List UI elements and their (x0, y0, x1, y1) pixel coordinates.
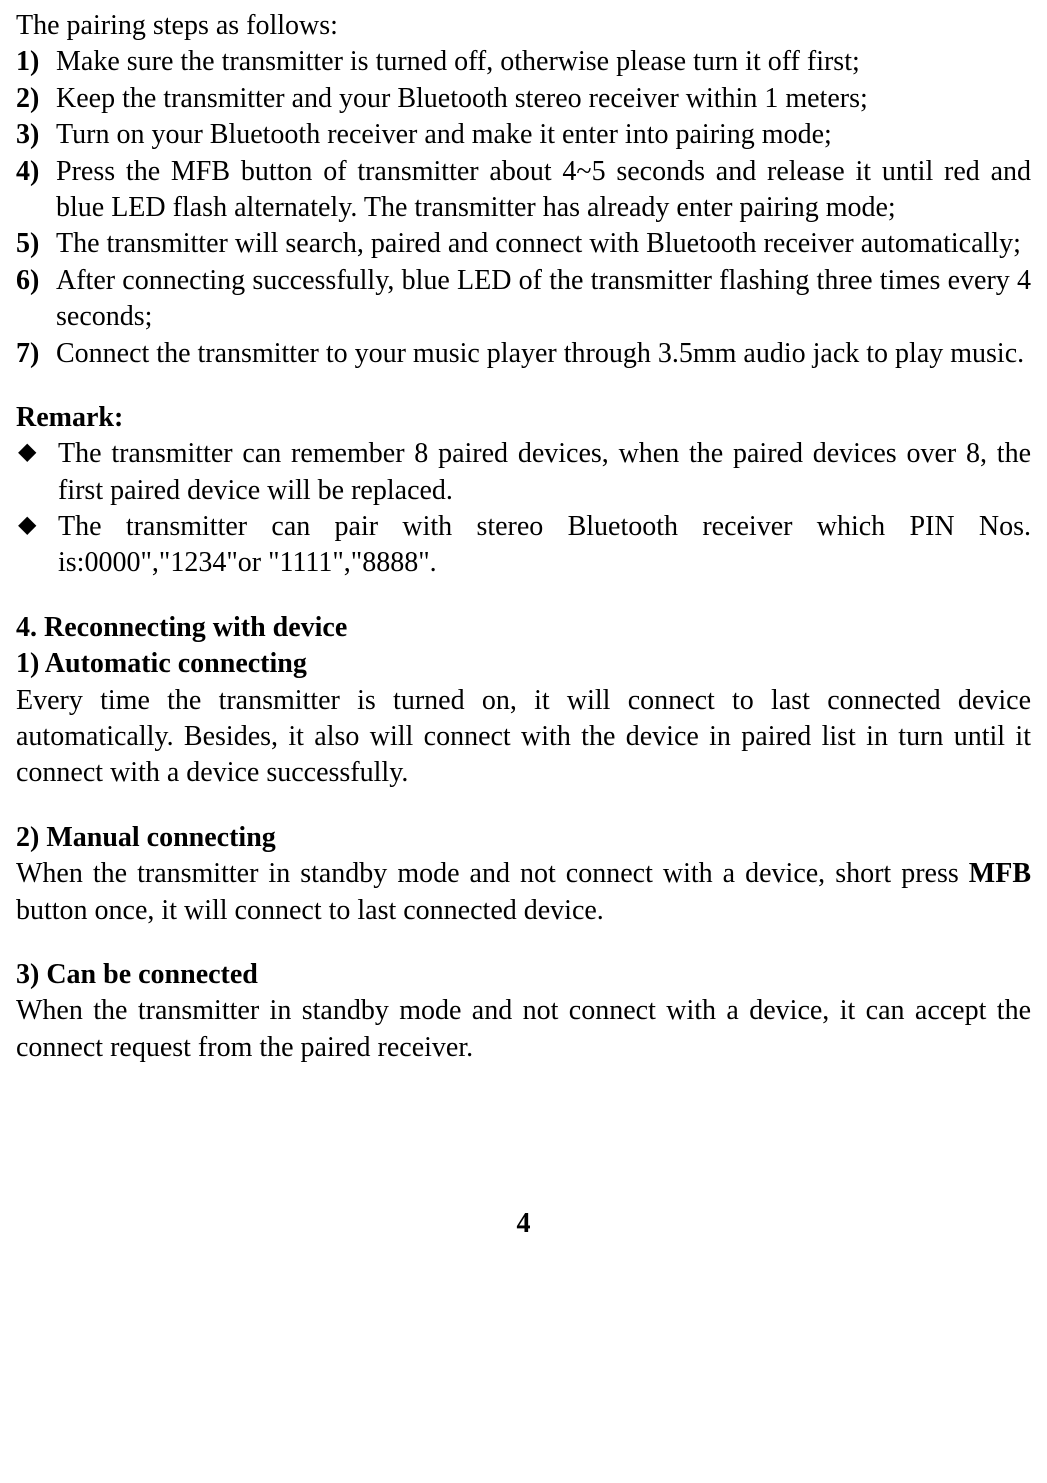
step-number: 6) (16, 263, 56, 336)
step-number: 1) (16, 44, 56, 80)
list-item: 4) Press the MFB button of transmitter a… (16, 154, 1031, 227)
step-text: Keep the transmitter and your Bluetooth … (56, 81, 1031, 117)
remark-list: ◆ The transmitter can remember 8 paired … (16, 436, 1031, 582)
step-number: 3) (16, 117, 56, 153)
step-number: 5) (16, 226, 56, 262)
list-item: ◆ The transmitter can remember 8 paired … (16, 436, 1031, 509)
list-item: 1) Make sure the transmitter is turned o… (16, 44, 1031, 80)
step-number: 4) (16, 154, 56, 227)
step-text: The transmitter will search, paired and … (56, 226, 1031, 262)
manual-text-prefix: When the transmitter in standby mode and… (16, 858, 969, 889)
sub-heading-automatic: 1) Automatic connecting (16, 646, 1031, 682)
sub-heading-can-be-connected: 3) Can be connected (16, 957, 1031, 993)
step-text: After connecting successfully, blue LED … (56, 263, 1031, 336)
can-be-connected-text: When the transmitter in standby mode and… (16, 993, 1031, 1066)
manual-text-suffix: button once, it will connect to last con… (16, 895, 604, 926)
remark-heading: Remark: (16, 400, 1031, 436)
pairing-steps-list: 1) Make sure the transmitter is turned o… (16, 44, 1031, 372)
section-4-heading: 4. Reconnecting with device (16, 610, 1031, 646)
step-text: Make sure the transmitter is turned off,… (56, 44, 1031, 80)
diamond-bullet-icon: ◆ (16, 509, 58, 582)
automatic-connecting-text: Every time the transmitter is turned on,… (16, 683, 1031, 792)
step-text: Turn on your Bluetooth receiver and make… (56, 117, 1031, 153)
page-number: 4 (16, 1206, 1031, 1242)
list-item: 3) Turn on your Bluetooth receiver and m… (16, 117, 1031, 153)
list-item: 7) Connect the transmitter to your music… (16, 336, 1031, 372)
step-text: Connect the transmitter to your music pl… (56, 336, 1031, 372)
remark-text: The transmitter can remember 8 paired de… (58, 436, 1031, 509)
diamond-bullet-icon: ◆ (16, 436, 58, 509)
step-text: Press the MFB button of transmitter abou… (56, 154, 1031, 227)
list-item: 6) After connecting successfully, blue L… (16, 263, 1031, 336)
step-number: 7) (16, 336, 56, 372)
mfb-label: MFB (969, 858, 1031, 889)
manual-connecting-text: When the transmitter in standby mode and… (16, 856, 1031, 929)
sub-heading-manual: 2) Manual connecting (16, 820, 1031, 856)
list-item: ◆ The transmitter can pair with stereo B… (16, 509, 1031, 582)
list-item: 5) The transmitter will search, paired a… (16, 226, 1031, 262)
pairing-intro: The pairing steps as follows: (16, 8, 1031, 44)
step-number: 2) (16, 81, 56, 117)
list-item: 2) Keep the transmitter and your Bluetoo… (16, 81, 1031, 117)
remark-text: The transmitter can pair with stereo Blu… (58, 509, 1031, 582)
